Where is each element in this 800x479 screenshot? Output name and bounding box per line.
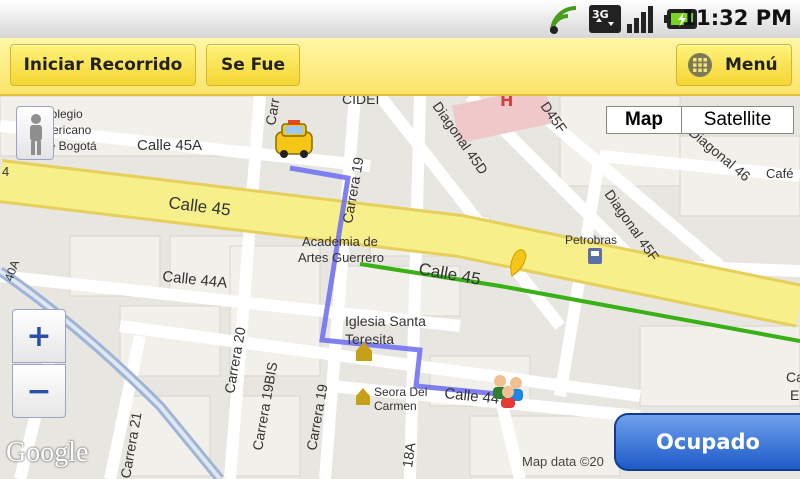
action-bar: Iniciar Recorrido Se Fue Menú <box>0 38 800 96</box>
cell-signal-icon <box>627 6 653 33</box>
svg-text:H: H <box>500 96 513 110</box>
3g-data-icon: 3G <box>589 5 621 33</box>
se-fue-label: Se Fue <box>220 55 286 75</box>
map-label-academia-2: Artes Guerrero <box>298 250 384 265</box>
svg-text:3G: 3G <box>592 8 609 21</box>
map-type-satellite-label: Satellite <box>703 109 772 130</box>
ocupado-label: Ocupado <box>656 430 760 454</box>
se-fue-button[interactable]: Se Fue <box>206 44 300 86</box>
map-label-cidei: CIDEI <box>342 96 379 107</box>
grid-menu-icon <box>688 53 712 77</box>
menu-label: Menú <box>725 55 778 75</box>
map-label-academia-1: Academia de <box>302 234 378 249</box>
start-trip-button[interactable]: Iniciar Recorrido <box>10 44 196 86</box>
map-label-ca: Ca <box>786 369 800 385</box>
menu-button[interactable]: Menú <box>676 44 792 86</box>
map-attribution: Map data ©20 <box>522 454 604 469</box>
start-trip-label: Iniciar Recorrido <box>23 55 183 75</box>
street-view-pegman[interactable] <box>16 106 54 160</box>
map-label-seora-1: Seora Del <box>374 385 427 399</box>
map-label-carr: Carr <box>262 97 283 127</box>
zoom-out-button[interactable]: − <box>12 364 66 418</box>
map-label-petrobras: Petrobras <box>565 233 617 247</box>
map-label-4: 4 <box>2 164 9 179</box>
map-type-map-label: Map <box>625 109 663 130</box>
gas-station-icon <box>588 248 602 264</box>
map-view[interactable]: H Colegio mericano de Bogotá Calle 45A C… <box>0 96 800 479</box>
clock: 11:32 PM <box>681 6 792 30</box>
map-label-e: E <box>790 387 799 403</box>
pegman-icon <box>30 114 42 155</box>
map-label-cafe: Café <box>766 166 793 181</box>
status-bar: 3G 11:32 PM <box>0 0 800 39</box>
zoom-in-icon: + <box>26 318 52 354</box>
map-label-calle45a: Calle 45A <box>137 137 202 154</box>
taxi-icon <box>275 120 313 158</box>
map-label-seora-2: Carmen <box>374 399 417 413</box>
zoom-out-icon: − <box>26 373 52 409</box>
zoom-in-button[interactable]: + <box>12 309 66 363</box>
map-type-satellite-button[interactable]: Satellite <box>681 106 794 134</box>
map-type-map-button[interactable]: Map <box>606 106 682 134</box>
ocupado-button[interactable]: Ocupado <box>614 413 800 471</box>
signal-wifi-icon <box>550 6 577 34</box>
map-label-iglesia-2: Teresita <box>345 331 394 347</box>
map-label-iglesia-1: Iglesia Santa <box>345 313 426 329</box>
google-logo: Google <box>6 437 89 468</box>
